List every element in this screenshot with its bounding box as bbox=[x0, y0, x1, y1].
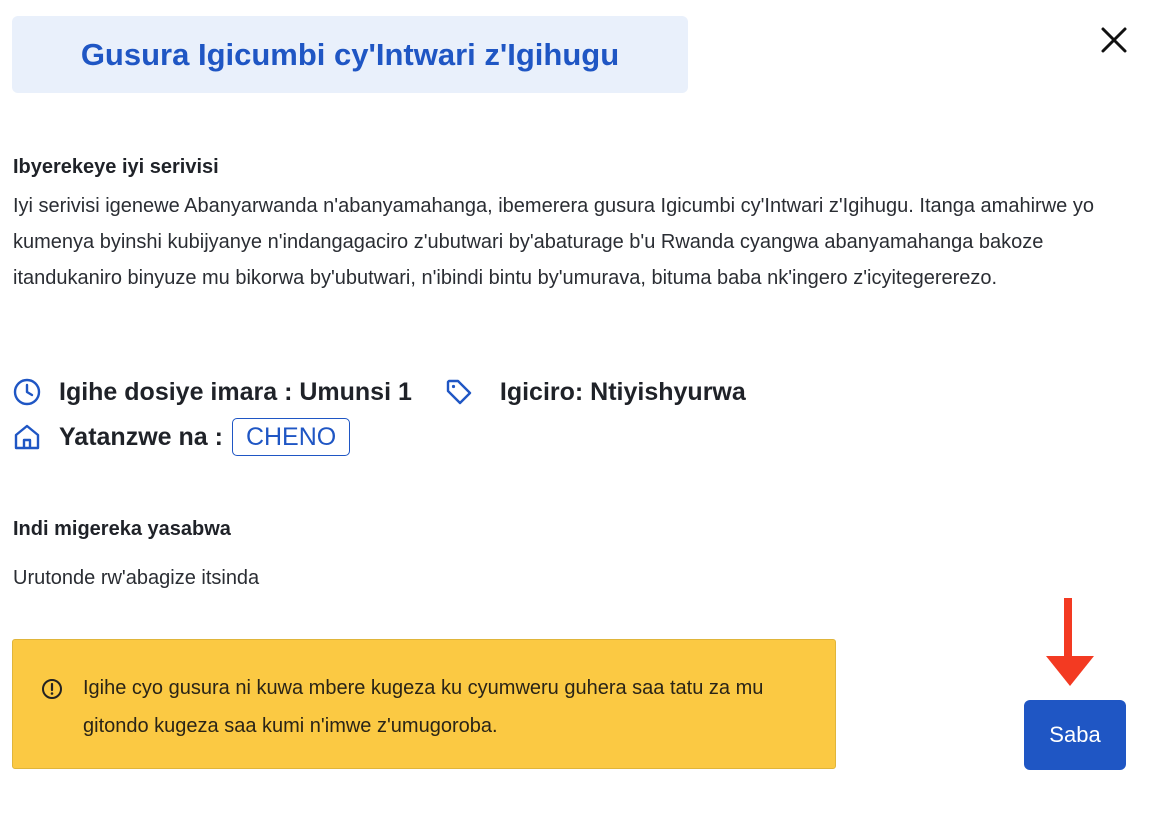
about-section: Ibyerekeye iyi serivisi Iyi serivisi ige… bbox=[13, 152, 1138, 296]
close-icon bbox=[1101, 27, 1127, 53]
alert-circle-icon bbox=[41, 678, 63, 705]
notice-text: Igihe cyo gusura ni kuwa mbere kugeza ku… bbox=[83, 677, 764, 737]
apply-button[interactable]: Saba bbox=[1024, 700, 1126, 770]
requirements-heading: Indi migereka yasabwa bbox=[13, 518, 231, 540]
requirements-section: Indi migereka yasabwa Urutonde rw'abagiz… bbox=[13, 518, 259, 590]
about-description: Iyi serivisi igenewe Abanyarwanda n'aban… bbox=[13, 195, 1094, 289]
requirement-item: Urutonde rw'abagize itsinda bbox=[13, 567, 260, 589]
close-button[interactable] bbox=[1096, 22, 1132, 58]
modal-title-box: Gusura Igicumbi cy'Intwari z'Igihugu bbox=[12, 16, 688, 93]
about-heading: Ibyerekeye iyi serivisi bbox=[13, 156, 219, 178]
provider-row: Yatanzwe na : CHENO bbox=[12, 418, 351, 456]
modal-title: Gusura Igicumbi cy'Intwari z'Igihugu bbox=[80, 36, 620, 72]
red-arrow-down-icon bbox=[1046, 598, 1094, 686]
tag-icon bbox=[444, 377, 474, 407]
provided-by-label: Yatanzwe na : bbox=[59, 422, 223, 451]
clock-icon bbox=[12, 377, 42, 407]
processing-time: Igihe dosiye imara : Umunsi 1 bbox=[59, 377, 412, 406]
price: Igiciro: Ntiyishyurwa bbox=[499, 377, 746, 406]
home-icon bbox=[12, 422, 42, 452]
notice-banner: Igihe cyo gusura ni kuwa mbere kugeza ku… bbox=[12, 639, 836, 769]
service-meta-row: Igihe dosiye imara : Umunsi 1 Igiciro: N… bbox=[12, 377, 746, 407]
provider-badge: CHENO bbox=[231, 418, 351, 456]
